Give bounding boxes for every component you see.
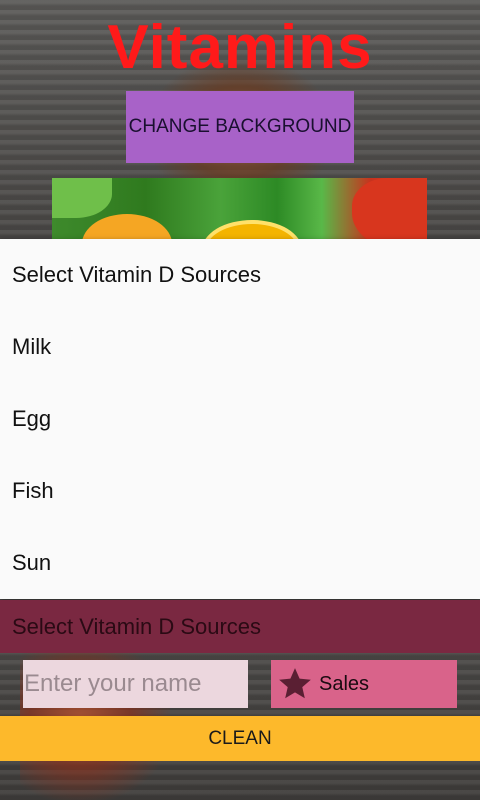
vitamin-d-dropdown-list: Select Vitamin D Sources Milk Egg Fish S… [0,239,480,599]
name-input[interactable] [23,660,248,708]
dropdown-item-milk[interactable]: Milk [0,311,480,383]
dropdown-item-egg[interactable]: Egg [0,383,480,455]
sales-rating[interactable]: Sales [271,660,457,708]
star-icon[interactable] [275,664,315,704]
dropdown-item-select[interactable]: Select Vitamin D Sources [0,239,480,311]
vitamin-d-spinner[interactable]: Select Vitamin D Sources [0,600,480,653]
change-background-button[interactable]: CHANGE BACKGROUND [126,91,354,163]
dropdown-item-fish[interactable]: Fish [0,455,480,527]
clean-button[interactable]: CLEAN [0,716,480,761]
sales-label: Sales [319,672,370,695]
app-title: Vitamins [107,13,373,82]
vegetables-image [52,178,427,240]
dropdown-item-sun[interactable]: Sun [0,527,480,599]
